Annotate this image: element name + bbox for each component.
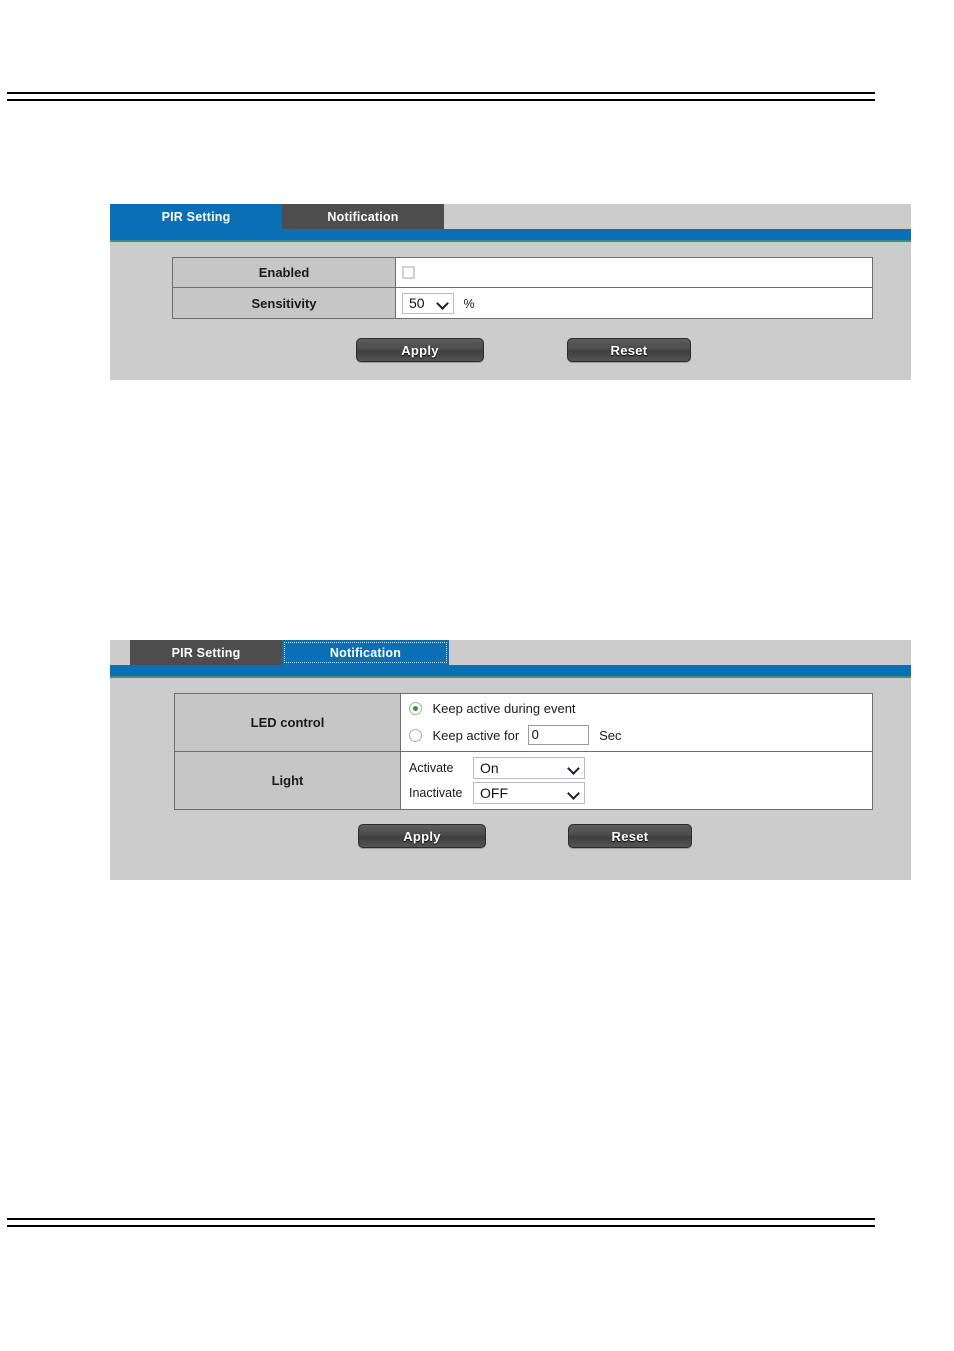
pir-settings-table: Enabled Sensitivity 50 % — [172, 257, 873, 319]
table-row: Sensitivity 50 % — [172, 287, 873, 319]
pir-setting-panel: PIR Setting Notification Enabled Sensiti… — [110, 204, 911, 380]
page-bottom-rule — [7, 1218, 875, 1227]
table-row: LED control Keep active during event Kee… — [174, 693, 873, 752]
light-activate-row: Activate On — [409, 757, 872, 779]
notification-settings-table: LED control Keep active during event Kee… — [174, 693, 873, 810]
sensitivity-select-value: 50 — [409, 295, 425, 311]
light-activate-value: On — [480, 760, 499, 776]
led-duration-unit: Sec — [599, 727, 622, 743]
led-duration-input[interactable]: 0 — [527, 725, 589, 745]
chevron-down-icon — [437, 297, 449, 309]
page-top-rule — [7, 92, 875, 101]
notification-panel-accent-bar — [110, 665, 911, 678]
table-row: Light Activate On Inactivate OFF — [174, 751, 873, 810]
apply-button-label: Apply — [403, 828, 441, 844]
pir-panel-tab-strip: PIR Setting Notification — [110, 204, 444, 229]
sensitivity-value-cell: 50 % — [395, 287, 873, 319]
apply-button[interactable]: Apply — [358, 824, 486, 848]
notification-panel-tab-strip: PIR Setting Notification — [130, 640, 449, 665]
tab-notification[interactable]: Notification — [282, 640, 449, 665]
apply-button[interactable]: Apply — [356, 338, 484, 362]
reset-button-label: Reset — [611, 828, 649, 844]
light-inactivate-row: Inactivate OFF — [409, 782, 872, 804]
sensitivity-label-cell: Sensitivity — [172, 287, 396, 319]
light-activate-select[interactable]: On — [473, 757, 585, 779]
light-activate-label: Activate — [409, 761, 454, 775]
chevron-down-icon — [568, 762, 580, 774]
sensitivity-unit: % — [463, 297, 475, 311]
led-keep-active-for-radio[interactable] — [409, 728, 422, 742]
led-option-keep-active-for-row: Keep active for 0 Sec — [409, 725, 872, 745]
led-option-during-event-row: Keep active during event — [409, 700, 872, 718]
led-control-label-cell: LED control — [174, 693, 401, 752]
enabled-checkbox[interactable] — [402, 265, 415, 279]
enabled-label: Enabled — [258, 265, 310, 280]
enabled-value-cell — [395, 257, 873, 288]
table-row: Enabled — [172, 257, 873, 288]
tab-pir-setting[interactable]: PIR Setting — [130, 640, 282, 665]
light-label: Light — [271, 773, 304, 788]
tab-notification[interactable]: Notification — [282, 204, 444, 229]
led-keep-active-for-label: Keep active for — [432, 727, 520, 743]
light-label-cell: Light — [174, 751, 401, 810]
pir-panel-accent-bar — [110, 229, 911, 242]
notification-panel: PIR Setting Notification LED control Kee… — [110, 640, 911, 880]
apply-button-label: Apply — [401, 342, 439, 358]
chevron-down-icon — [568, 787, 580, 799]
sensitivity-label: Sensitivity — [251, 295, 317, 311]
led-control-value-cell: Keep active during event Keep active for… — [400, 693, 873, 752]
led-during-event-radio[interactable] — [409, 702, 422, 716]
reset-button[interactable]: Reset — [568, 824, 692, 848]
reset-button-label: Reset — [610, 342, 648, 358]
tab-pir-setting[interactable]: PIR Setting — [110, 204, 282, 229]
tab-pir-setting-label: PIR Setting — [161, 209, 231, 224]
sensitivity-select[interactable]: 50 — [402, 292, 454, 314]
tab-notification-label: Notification — [329, 645, 402, 660]
light-inactivate-select[interactable]: OFF — [473, 782, 585, 804]
light-inactivate-value: OFF — [480, 785, 508, 801]
tab-pir-setting-label: PIR Setting — [171, 645, 241, 660]
tab-notification-label: Notification — [327, 209, 399, 224]
led-control-label: LED control — [250, 715, 325, 730]
led-duration-value: 0 — [531, 727, 539, 742]
light-inactivate-label: Inactivate — [409, 786, 463, 800]
reset-button[interactable]: Reset — [567, 338, 691, 362]
led-during-event-label: Keep active during event — [432, 701, 576, 717]
enabled-label-cell: Enabled — [172, 257, 396, 288]
light-value-cell: Activate On Inactivate OFF — [400, 751, 873, 810]
